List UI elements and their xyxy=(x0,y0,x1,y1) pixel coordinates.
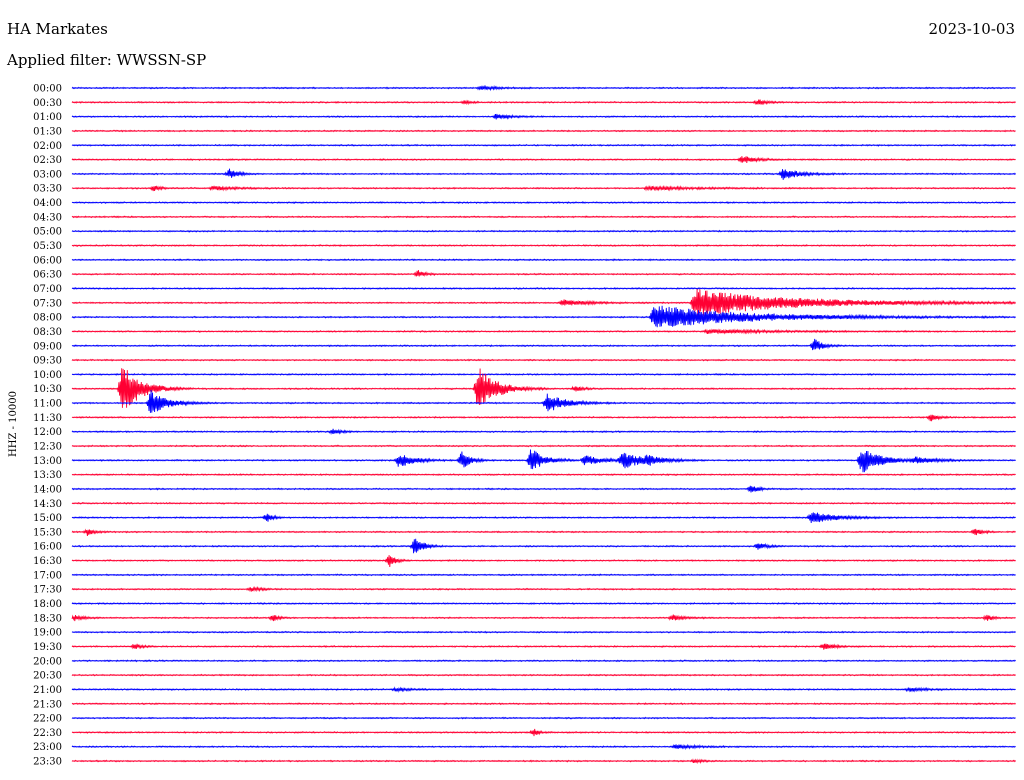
tick-label: 17:00 xyxy=(33,570,62,581)
trace-line xyxy=(71,185,1016,192)
trace-line xyxy=(71,389,1016,413)
trace-line xyxy=(71,501,1016,505)
tick-label: 06:30 xyxy=(33,270,62,281)
trace-line xyxy=(71,338,1016,351)
trace-line xyxy=(71,758,1016,765)
tick-label: 11:30 xyxy=(33,413,62,424)
tick-label: 02:00 xyxy=(33,141,62,152)
tick-label: 00:30 xyxy=(33,98,62,109)
tick-label: 15:00 xyxy=(33,513,62,524)
tick-label: 06:00 xyxy=(33,255,62,266)
tick-label: 14:00 xyxy=(33,484,62,495)
tick-label: 01:00 xyxy=(33,112,62,123)
trace-line xyxy=(71,643,1016,650)
trace-line xyxy=(71,243,1016,247)
tick-label: 12:30 xyxy=(33,442,62,453)
tick-label: 05:00 xyxy=(33,227,62,238)
tick-label: 02:30 xyxy=(33,155,62,166)
tick-label: 14:30 xyxy=(33,499,62,510)
tick-label: 13:30 xyxy=(33,470,62,481)
tick-label: 16:00 xyxy=(33,542,62,553)
tick-label: 15:30 xyxy=(33,527,62,538)
tick-label: 12:00 xyxy=(33,427,62,438)
trace-line xyxy=(71,614,1016,622)
trace-line xyxy=(71,528,1016,537)
trace-line xyxy=(71,143,1016,147)
tick-label: 09:30 xyxy=(33,356,62,367)
tick-label: 09:00 xyxy=(33,341,62,352)
tick-label: 00:00 xyxy=(33,84,62,95)
tick-label: 21:30 xyxy=(33,699,62,710)
trace-line xyxy=(71,168,1016,180)
trace-line xyxy=(71,286,1016,291)
tick-label: 10:30 xyxy=(33,384,62,395)
trace-line xyxy=(71,129,1016,133)
trace-line xyxy=(71,428,1016,436)
tick-label: 22:00 xyxy=(33,714,62,725)
trace-line xyxy=(71,473,1016,477)
trace-line xyxy=(71,512,1016,523)
trace-line xyxy=(71,659,1016,663)
trace-line xyxy=(71,538,1016,554)
trace-line xyxy=(71,113,1016,120)
tick-label: 13:00 xyxy=(33,456,62,467)
tick-label: 18:00 xyxy=(33,599,62,610)
trace-line xyxy=(71,585,1016,593)
tick-label: 22:30 xyxy=(33,728,62,739)
trace-line xyxy=(71,258,1016,262)
trace-line xyxy=(71,305,1016,328)
tick-label: 07:30 xyxy=(33,298,62,309)
tick-label: 11:00 xyxy=(33,399,62,410)
tick-label: 01:30 xyxy=(33,126,62,137)
trace-line xyxy=(71,728,1016,737)
tick-label: 17:30 xyxy=(33,585,62,596)
tick-label: 07:00 xyxy=(33,284,62,295)
trace-line xyxy=(71,358,1016,362)
tick-label: 04:30 xyxy=(33,212,62,223)
trace-line xyxy=(71,449,1016,473)
tick-label: 05:30 xyxy=(33,241,62,252)
tick-label: 23:00 xyxy=(33,742,62,753)
trace-line xyxy=(71,573,1016,577)
tick-label: 20:00 xyxy=(33,656,62,667)
tick-label: 08:30 xyxy=(33,327,62,338)
tick-label: 08:00 xyxy=(33,313,62,324)
trace-line xyxy=(71,215,1016,219)
tick-label: 23:30 xyxy=(33,757,62,768)
trace-line xyxy=(71,601,1016,606)
tick-label: 19:00 xyxy=(33,628,62,639)
tick-label: 04:00 xyxy=(33,198,62,209)
trace-line xyxy=(71,84,1016,92)
trace-line xyxy=(71,673,1016,677)
trace-line xyxy=(71,414,1016,422)
trace-line xyxy=(71,229,1016,233)
tick-label: 19:30 xyxy=(33,642,62,653)
trace-line xyxy=(71,702,1016,706)
trace-line xyxy=(71,289,1016,317)
tick-label: 10:00 xyxy=(33,370,62,381)
trace-line xyxy=(71,485,1016,493)
y-axis-label: HHZ - 10000 xyxy=(8,391,19,457)
trace-line xyxy=(71,686,1016,693)
trace-line xyxy=(71,200,1016,205)
tick-label: 18:30 xyxy=(33,613,62,624)
trace-line xyxy=(71,743,1016,751)
trace-line xyxy=(71,716,1016,720)
tick-label: 20:30 xyxy=(33,671,62,682)
trace-line xyxy=(71,99,1016,106)
trace-line xyxy=(71,156,1016,163)
tick-label: 16:30 xyxy=(33,556,62,567)
trace-line xyxy=(71,555,1016,567)
tick-label: 03:30 xyxy=(33,184,62,195)
trace-line xyxy=(71,372,1016,377)
trace-line xyxy=(71,328,1016,335)
tick-label: 03:00 xyxy=(33,169,62,180)
trace-line xyxy=(71,444,1016,448)
tick-label: 21:00 xyxy=(33,685,62,696)
trace-line xyxy=(71,270,1016,278)
helicorder-plot: 00:00 00:30 01:00 01:30 02:00 02:30 03:00 03:30… xyxy=(8,84,1016,768)
trace-line xyxy=(71,630,1016,634)
tick-label-group: 00:00 00:30 01:00 01:30 02:00 02:30 03:00 03:30… xyxy=(33,84,62,768)
trace-group xyxy=(71,84,1016,765)
